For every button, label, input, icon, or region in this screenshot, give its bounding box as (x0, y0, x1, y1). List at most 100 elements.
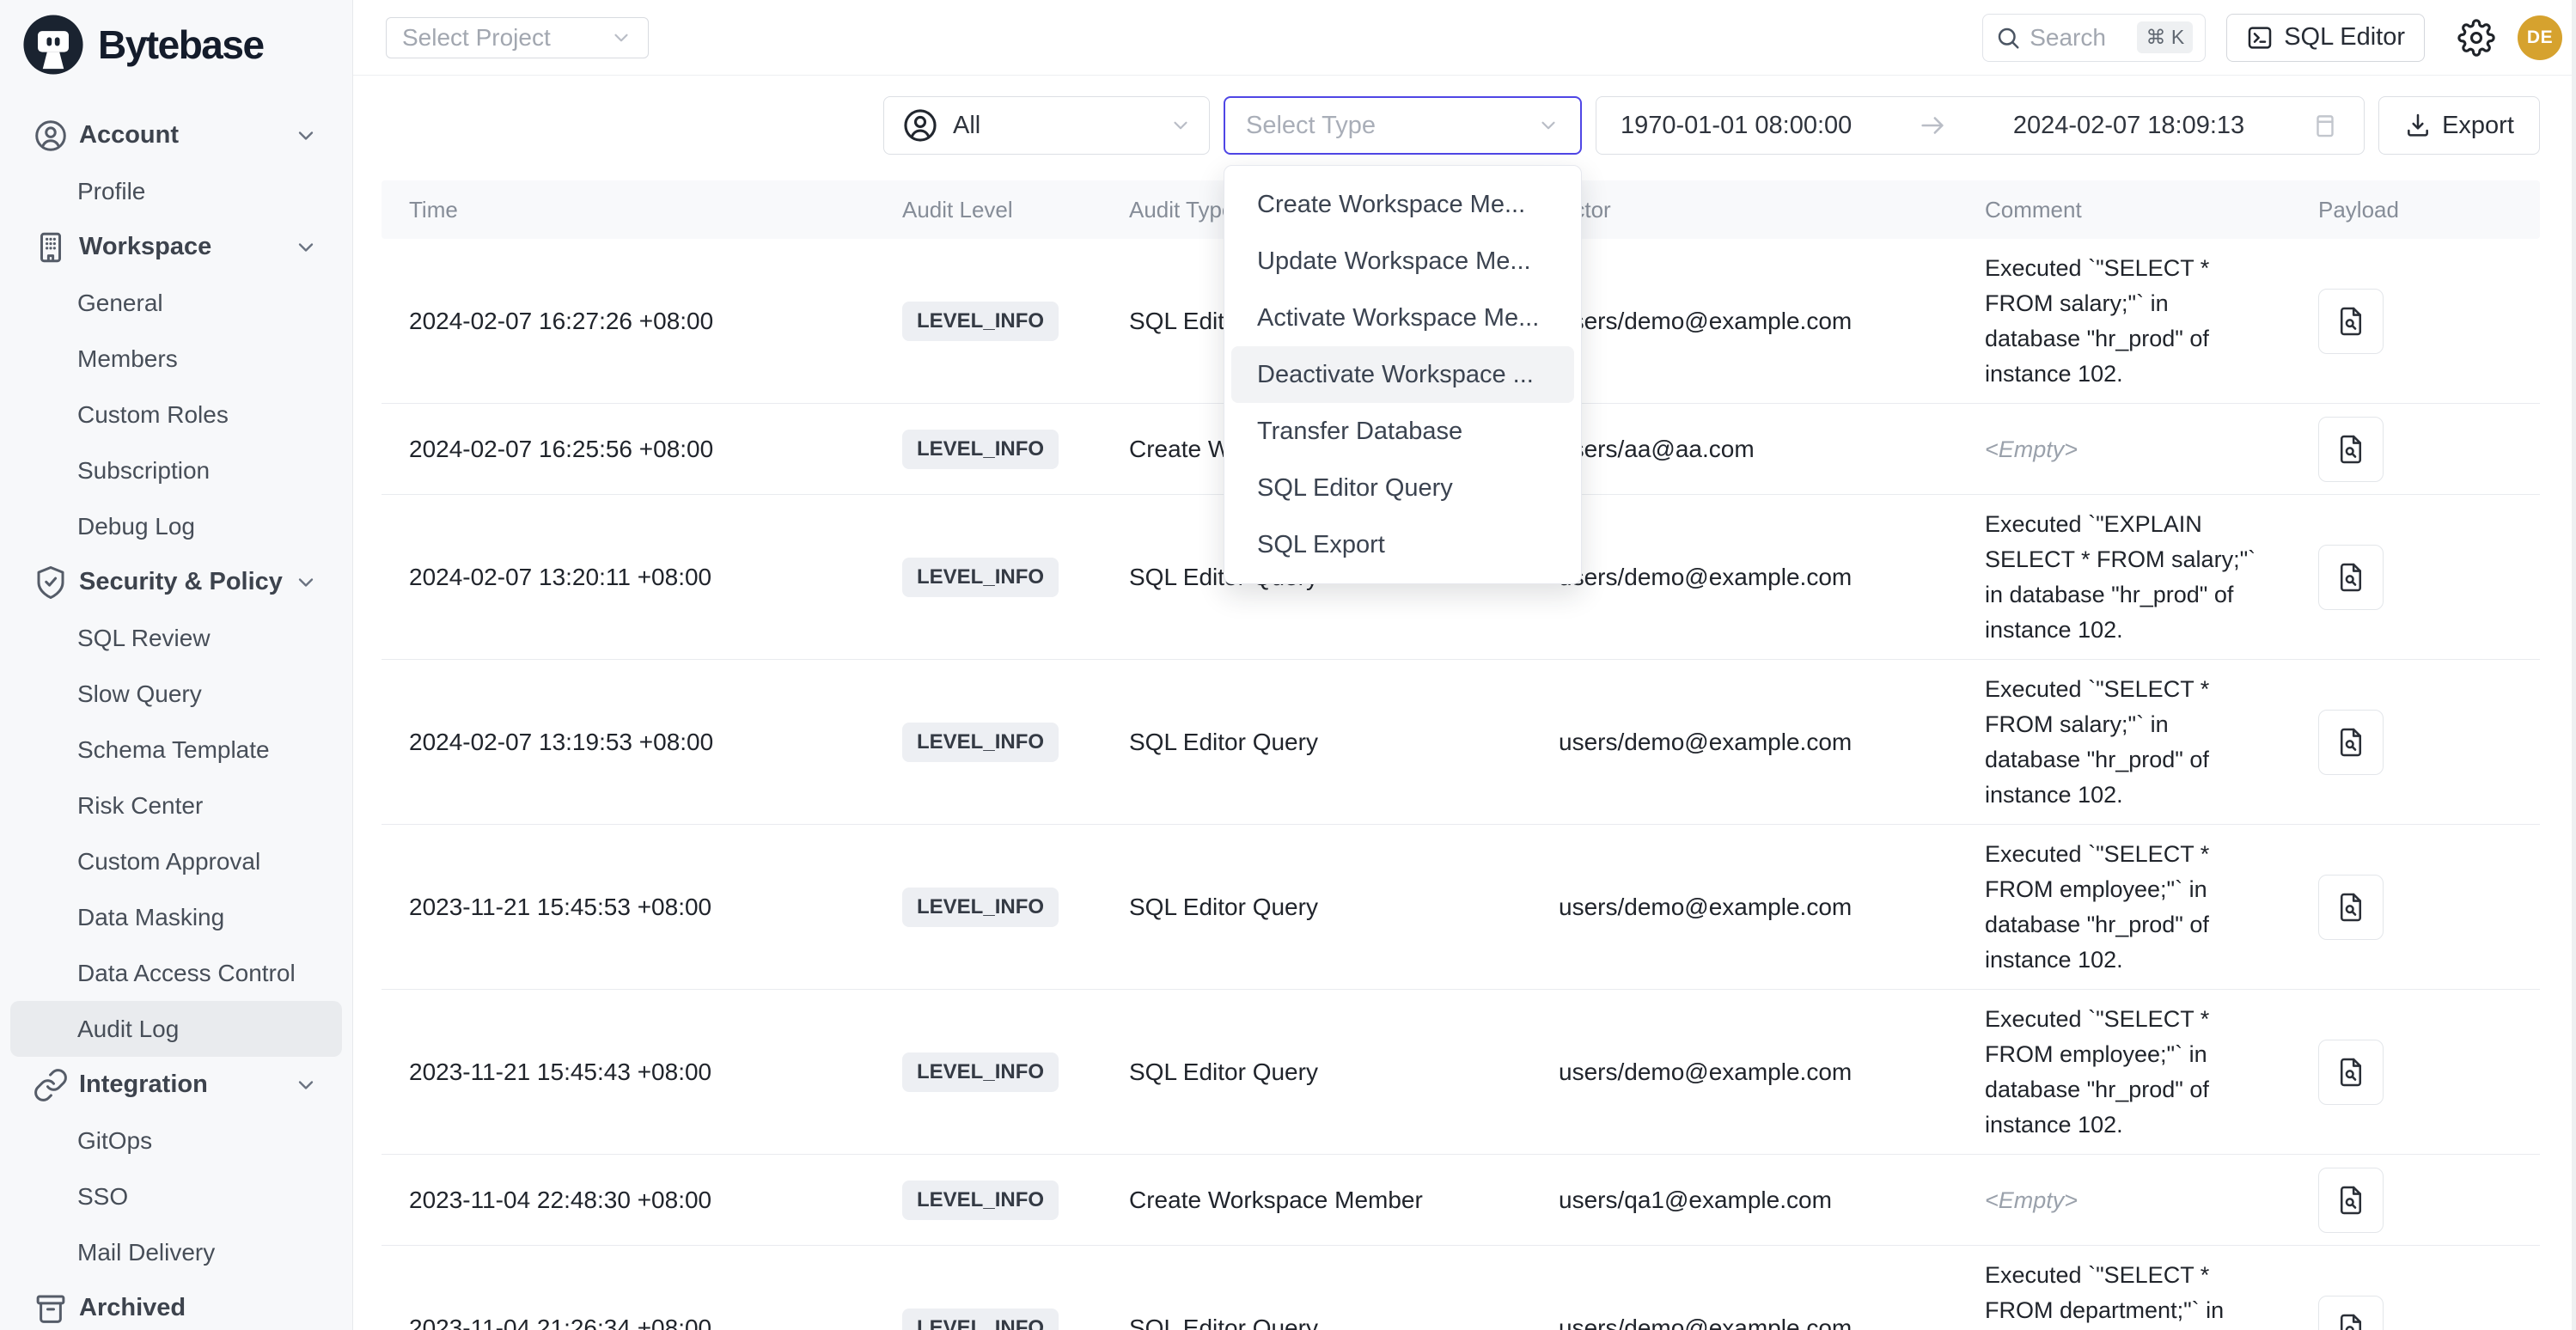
sidebar-item-label: Custom Roles (77, 401, 229, 429)
actor-cell: users/demo@example.com (1540, 564, 1963, 591)
level-badge: LEVEL_INFO (902, 558, 1059, 597)
archive-icon (33, 1290, 69, 1327)
sidebar-item-label: Custom Approval (77, 848, 260, 875)
time-cell: 2024-02-07 16:27:26 +08:00 (382, 308, 897, 335)
audit-log-row: 2023-11-04 21:26:34 +08:00LEVEL_INFOSQL … (382, 1246, 2540, 1330)
project-select[interactable]: Select Project (386, 17, 649, 58)
payload-view-button[interactable] (2318, 545, 2384, 610)
sidebar-section-account[interactable]: Account (10, 107, 342, 163)
empty-comment: <Empty> (1985, 436, 2078, 462)
person-circle-icon (901, 107, 939, 144)
sidebar-item-sql-review[interactable]: SQL Review (10, 610, 342, 666)
sidebar-item-label: Members (77, 345, 178, 373)
sidebar-item-custom-approval[interactable]: Custom Approval (10, 833, 342, 889)
sidebar-item-profile[interactable]: Profile (10, 163, 342, 219)
payload-cell (2298, 710, 2540, 775)
comment-cell: Executed `"SELECT * FROM employee;"` in … (1963, 837, 2298, 978)
type-menu-item-sql-export[interactable]: SQL Export (1224, 516, 1581, 573)
actor-cell: users/demo@example.com (1540, 1059, 1963, 1086)
arrow-right-icon (1918, 111, 1947, 140)
chevron-down-icon (1537, 114, 1560, 137)
gear-icon[interactable] (2457, 19, 2495, 57)
audit-level-cell: LEVEL_INFO (897, 430, 1110, 469)
sidebar-item-custom-roles[interactable]: Custom Roles (10, 387, 342, 442)
sidebar-item-members[interactable]: Members (10, 331, 342, 387)
sidebar-section-label: Security & Policy (79, 568, 283, 596)
sidebar-section-integration[interactable]: Integration (10, 1057, 342, 1113)
payload-view-button[interactable] (2318, 289, 2384, 354)
sidebar-item-label: GitOps (77, 1127, 152, 1155)
type-menu-item-sql-editor-query[interactable]: SQL Editor Query (1224, 460, 1581, 516)
audit-log-row: 2023-11-21 15:45:43 +08:00LEVEL_INFOSQL … (382, 990, 2540, 1155)
sidebar-item-schema-template[interactable]: Schema Template (10, 722, 342, 778)
sidebar-section-archived[interactable]: Archived (10, 1280, 342, 1330)
date-range-picker[interactable]: 1970-01-01 08:00:00 2024-02-07 18:09:13 (1596, 96, 2365, 155)
scrollbar-track[interactable] (2572, 0, 2576, 1330)
export-label: Export (2442, 112, 2514, 140)
chevron-down-icon (610, 27, 632, 49)
calendar-icon (2310, 111, 2340, 140)
payload-view-button[interactable] (2318, 1296, 2384, 1330)
brand-logo[interactable]: Bytebase (0, 0, 352, 79)
sidebar-item-data-access-control[interactable]: Data Access Control (10, 945, 342, 1001)
sql-editor-label: SQL Editor (2284, 23, 2405, 52)
search-input[interactable]: Search ⌘ K (1982, 14, 2206, 62)
sidebar-item-gitops[interactable]: GitOps (10, 1113, 342, 1168)
type-menu-item-transfer-database[interactable]: Transfer Database (1224, 403, 1581, 460)
actor-cell: users/demo@example.com (1540, 729, 1963, 756)
search-icon (1995, 25, 2021, 51)
sidebar-item-label: Debug Log (77, 513, 195, 540)
type-menu-item-create-workspace-me[interactable]: Create Workspace Me... (1224, 176, 1581, 233)
sidebar-item-sso[interactable]: SSO (10, 1168, 342, 1224)
comment-cell: Executed `"SELECT * FROM employee;"` in … (1963, 1002, 2298, 1143)
column-header-actor: Actor (1540, 197, 1963, 223)
level-badge: LEVEL_INFO (902, 430, 1059, 469)
chevron-down-icon (1169, 114, 1192, 137)
sidebar-item-slow-query[interactable]: Slow Query (10, 666, 342, 722)
sidebar-item-label: Subscription (77, 457, 210, 485)
sidebar-item-general[interactable]: General (10, 275, 342, 331)
payload-view-button[interactable] (2318, 1168, 2384, 1233)
date-end-value: 2024-02-07 18:09:13 (2013, 112, 2244, 140)
payload-view-button[interactable] (2318, 417, 2384, 482)
type-filter-dropdown: Create Workspace Me...Update Workspace M… (1224, 165, 1582, 584)
level-badge: LEVEL_INFO (902, 1309, 1059, 1330)
level-badge: LEVEL_INFO (902, 1181, 1059, 1220)
audit-level-cell: LEVEL_INFO (897, 723, 1110, 762)
sidebar-item-subscription[interactable]: Subscription (10, 442, 342, 498)
topbar: Select Project Search ⌘ K SQL (353, 0, 2576, 76)
type-filter-placeholder: Select Type (1246, 112, 1376, 140)
payload-cell (2298, 289, 2540, 354)
type-menu-item-activate-workspace-me[interactable]: Activate Workspace Me... (1224, 290, 1581, 346)
type-menu-item-update-workspace-me[interactable]: Update Workspace Me... (1224, 233, 1581, 290)
sidebar-item-label: SQL Review (77, 625, 211, 652)
sidebar-item-debug-log[interactable]: Debug Log (10, 498, 342, 554)
type-filter-select[interactable]: Select Type (1224, 96, 1582, 155)
sidebar-item-risk-center[interactable]: Risk Center (10, 778, 342, 833)
sidebar-section-security-policy[interactable]: Security & Policy (10, 554, 342, 610)
payload-view-button[interactable] (2318, 710, 2384, 775)
chevron-down-icon (294, 1073, 318, 1097)
payload-cell (2298, 1168, 2540, 1233)
sidebar-item-mail-delivery[interactable]: Mail Delivery (10, 1224, 342, 1280)
sidebar-item-audit-log[interactable]: Audit Log (10, 1001, 342, 1057)
audit-type-cell: SQL Editor Query (1110, 729, 1540, 756)
sidebar-item-label: SSO (77, 1183, 128, 1211)
sidebar: Bytebase AccountProfileWorkspaceGeneral M… (0, 0, 353, 1330)
payload-cell (2298, 417, 2540, 482)
payload-view-button[interactable] (2318, 1040, 2384, 1105)
actor-filter-select[interactable]: All (883, 96, 1210, 155)
payload-view-button[interactable] (2318, 875, 2384, 940)
actor-filter-value: All (953, 112, 980, 140)
sql-editor-button[interactable]: SQL Editor (2226, 14, 2425, 62)
search-shortcut-badge: ⌘ K (2137, 21, 2193, 53)
type-menu-item-deactivate-workspace[interactable]: Deactivate Workspace ... (1231, 346, 1574, 403)
avatar[interactable]: DE (2518, 15, 2562, 60)
audit-type-cell: SQL Editor Query (1110, 1059, 1540, 1086)
audit-level-cell: LEVEL_INFO (897, 558, 1110, 597)
time-cell: 2023-11-04 22:48:30 +08:00 (382, 1187, 897, 1214)
export-button[interactable]: Export (2378, 96, 2540, 155)
chevron-down-icon (294, 570, 318, 595)
sidebar-section-workspace[interactable]: Workspace (10, 219, 342, 275)
sidebar-item-data-masking[interactable]: Data Masking (10, 889, 342, 945)
